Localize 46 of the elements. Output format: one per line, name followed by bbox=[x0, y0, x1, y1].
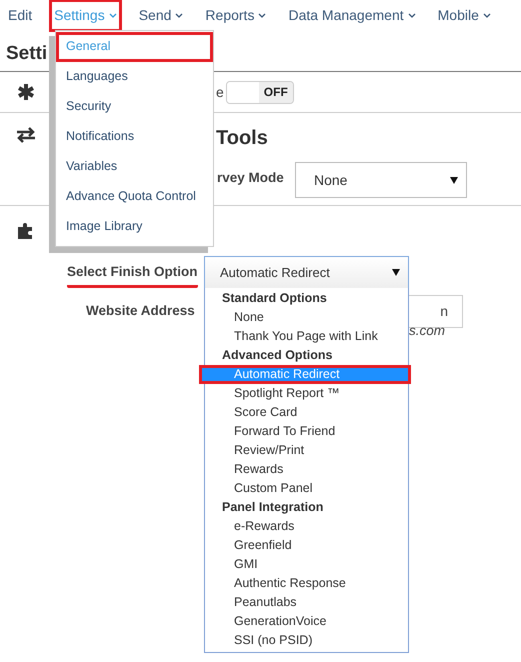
dropdown-option[interactable]: GenerationVoice bbox=[205, 612, 408, 631]
swap-arrows-icon bbox=[16, 127, 36, 143]
field-label: e bbox=[216, 82, 224, 102]
dropdown-option[interactable]: SSI (no PSID) bbox=[205, 631, 408, 650]
dropdown-option[interactable]: GMI bbox=[205, 555, 408, 574]
option-group-label: Panel Integration bbox=[221, 499, 324, 516]
menu-item[interactable]: Languages bbox=[56, 62, 213, 92]
nav-menu-item[interactable]: Reports bbox=[200, 0, 272, 32]
toggle-switch[interactable]: OFF bbox=[226, 80, 294, 104]
field-label: Website Address bbox=[86, 302, 195, 320]
finish-option-select[interactable]: Automatic Redirect bbox=[204, 256, 409, 289]
dropdown-option[interactable]: Rewards bbox=[205, 460, 408, 479]
dropdown-option[interactable]: Review/Print bbox=[205, 441, 408, 460]
survey-mode-select[interactable]: None bbox=[295, 162, 467, 198]
option-group-label: Standard Options bbox=[221, 290, 328, 307]
option-group-label: Advanced Options bbox=[221, 347, 334, 364]
nav-menu-item[interactable]: Edit bbox=[3, 0, 38, 32]
dropdown-arrow-icon bbox=[392, 269, 400, 276]
caret-icon bbox=[175, 13, 184, 18]
menu-item[interactable]: Variables bbox=[56, 152, 213, 182]
menu-item[interactable]: Security bbox=[56, 92, 213, 122]
caret-icon bbox=[482, 13, 491, 18]
dropdown-option[interactable]: Peanutlabs bbox=[205, 593, 408, 612]
dropdown-option[interactable]: Greenfield bbox=[205, 536, 408, 555]
field-label: rvey Mode bbox=[217, 169, 284, 187]
dropdown-option[interactable]: Forward To Friend bbox=[205, 422, 408, 441]
nav-menu-item[interactable]: Data Management bbox=[283, 0, 421, 32]
caret-icon bbox=[108, 13, 117, 18]
menu-item[interactable]: Image Library bbox=[56, 212, 213, 242]
nav-menu-item[interactable]: Send bbox=[134, 0, 188, 32]
dropdown-arrow-icon bbox=[450, 176, 458, 184]
dropdown-option[interactable]: Custom Panel bbox=[205, 479, 408, 498]
dropdown-option[interactable]: Score Card bbox=[205, 403, 408, 422]
caret-icon bbox=[408, 13, 416, 18]
asterisk-icon bbox=[17, 83, 35, 101]
page-title: Setti bbox=[6, 43, 48, 64]
dropdown-option[interactable]: Authentic Response bbox=[205, 574, 408, 593]
menu-item[interactable]: Notifications bbox=[56, 122, 213, 152]
dropdown-option[interactable]: e-Rewards bbox=[205, 517, 408, 536]
section-heading: Tools bbox=[216, 126, 268, 151]
field-label: Select Finish Option bbox=[67, 262, 198, 288]
dropdown-option[interactable]: Spotlight Report ™ bbox=[205, 384, 408, 403]
menu-item[interactable]: Advance Quota Control bbox=[56, 182, 213, 212]
caret-icon bbox=[258, 13, 266, 18]
dropdown-option[interactable]: Thank You Page with Link bbox=[205, 327, 408, 346]
nav-menu-item[interactable]: Mobile bbox=[432, 0, 496, 32]
